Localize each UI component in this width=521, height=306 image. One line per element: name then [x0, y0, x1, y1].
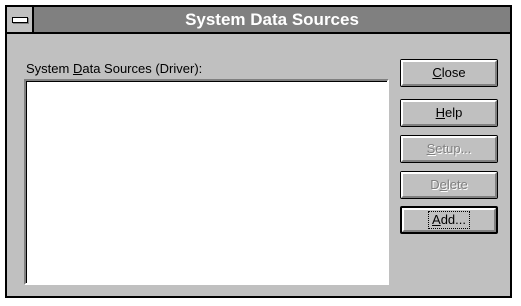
close-button-label: Close [432, 60, 465, 86]
setup-button-label: Setup... [427, 136, 472, 162]
help-button[interactable]: Help [400, 99, 498, 127]
list-label-suffix: ata Sources (Driver): [82, 61, 203, 76]
system-data-sources-dialog: System Data Sources System Data Sources … [5, 5, 512, 298]
system-menu-bar-glyph [12, 17, 28, 23]
add-label-suffix: dd... [440, 212, 466, 227]
data-sources-listbox[interactable] [24, 79, 389, 285]
close-label-accelerator: C [432, 65, 442, 80]
delete-button[interactable]: Delete [400, 171, 498, 199]
add-label-accelerator: A [432, 212, 441, 227]
add-button-label: Add... [428, 211, 470, 229]
close-button[interactable]: Close [400, 59, 498, 87]
delete-button-label: Delete [430, 172, 468, 198]
list-label-prefix: System [26, 61, 73, 76]
list-label-accelerator: D [72, 61, 83, 76]
setup-label-suffix: etup... [435, 141, 472, 156]
setup-label-accelerator: S [426, 141, 436, 156]
data-sources-list-label: System Data Sources (Driver): [26, 61, 202, 76]
help-label-suffix: elp [445, 105, 463, 120]
add-button[interactable]: Add... [400, 206, 498, 234]
delete-label-prefix: D [430, 177, 440, 192]
help-button-label: Help [436, 100, 463, 126]
delete-label-accelerator: e [439, 177, 447, 192]
help-label-accelerator: H [435, 105, 446, 120]
setup-button[interactable]: Setup... [400, 135, 498, 163]
system-menu-icon[interactable] [7, 7, 34, 32]
title-bar[interactable]: System Data Sources [7, 7, 510, 34]
listbox-content [26, 81, 387, 283]
delete-label-suffix: lete [446, 177, 468, 192]
close-label-suffix: lose [441, 65, 466, 80]
dialog-title: System Data Sources [185, 10, 359, 29]
